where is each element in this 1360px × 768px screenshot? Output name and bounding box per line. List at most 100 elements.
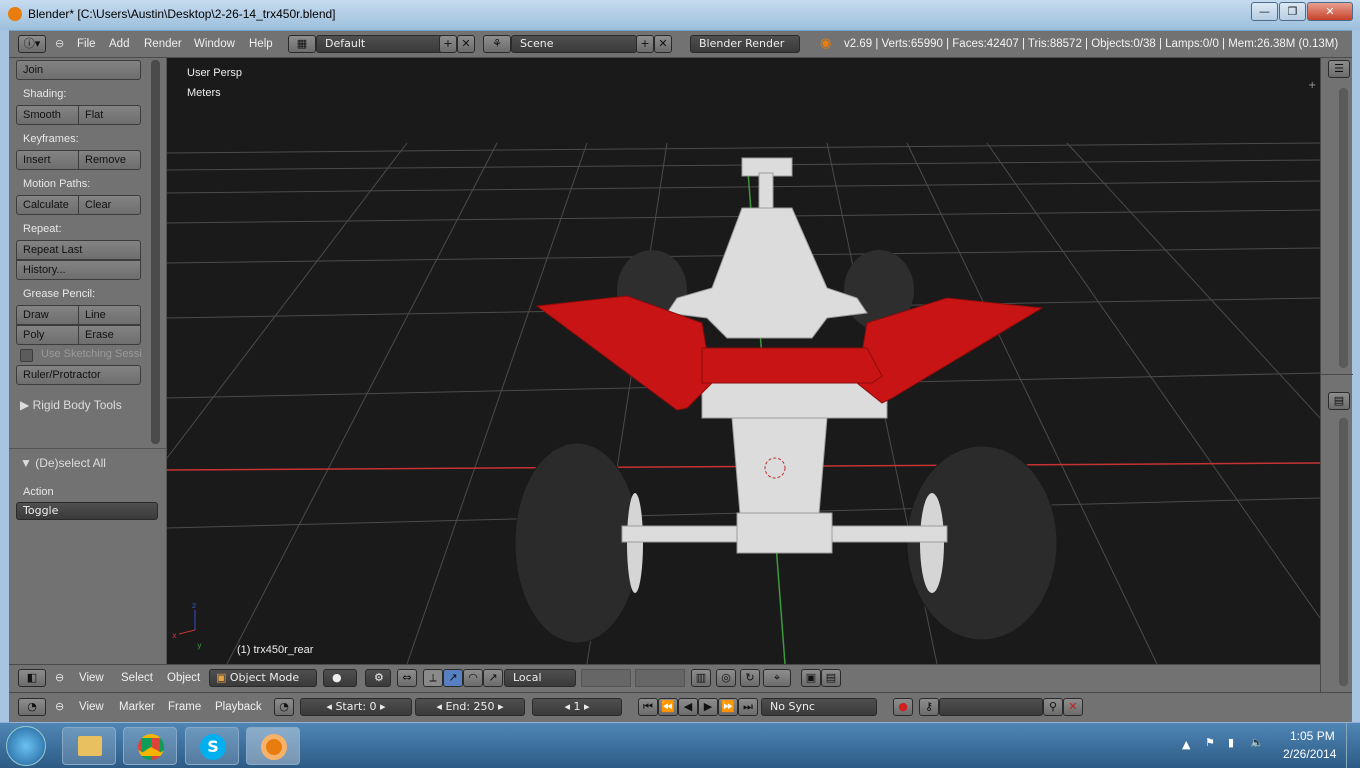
play-icon[interactable]: ▶	[698, 698, 718, 716]
delete-keyframe-set-icon[interactable]: ✕	[1063, 698, 1083, 716]
erase-button[interactable]: Erase	[78, 325, 141, 345]
clear-button[interactable]: Clear	[78, 195, 141, 215]
clock-date[interactable]: 2/26/2014	[1283, 747, 1336, 761]
blender-taskbar-icon[interactable]	[246, 727, 300, 765]
collapse-menu-icon[interactable]: ⊖	[55, 37, 64, 50]
sketching-checkbox[interactable]	[20, 349, 33, 362]
current-frame-field[interactable]: ◂ 1 ▸	[532, 698, 622, 716]
menu-help[interactable]: Help	[249, 38, 273, 50]
smooth-button[interactable]: Smooth	[16, 105, 79, 125]
poly-button[interactable]: Poly	[16, 325, 79, 345]
snap-icon[interactable]: ⌖	[763, 669, 791, 687]
scene-dropdown[interactable]: Scene	[511, 35, 637, 53]
show-desktop-button[interactable]	[1346, 723, 1360, 768]
network-icon[interactable]: ▮	[1228, 736, 1234, 749]
repeat-last-button[interactable]: Repeat Last	[16, 240, 141, 260]
record-icon[interactable]: ●	[893, 698, 913, 716]
jump-keyframe-forward-icon[interactable]: ⏩	[718, 698, 738, 716]
render-image-icon[interactable]: ▣	[801, 669, 821, 687]
sync-dropdown[interactable]: No Sync	[761, 698, 877, 716]
add-scene-icon[interactable]: +	[636, 35, 654, 53]
screen-layout-dropdown[interactable]: Default	[316, 35, 444, 53]
menu-file[interactable]: File	[77, 38, 96, 50]
tool-shelf-scrollbar[interactable]	[151, 60, 160, 444]
insert-keyframe-set-icon[interactable]: ⚲	[1043, 698, 1063, 716]
volume-icon[interactable]: 🔈	[1250, 736, 1264, 749]
collapse-3d-menu-icon[interactable]: ⊖	[55, 671, 64, 684]
maximize-button[interactable]: ❐	[1279, 2, 1306, 21]
draw-button[interactable]: Draw	[16, 305, 79, 325]
translate-manipulator-icon[interactable]: ⟂	[423, 669, 443, 687]
editor-type-timeline-icon[interactable]: ◔	[18, 698, 46, 716]
editor-type-info-icon[interactable]: ⓘ▾	[18, 35, 46, 53]
menu-window[interactable]: Window	[194, 38, 235, 50]
collapse-timeline-menu-icon[interactable]: ⊖	[55, 700, 64, 713]
menu-playback[interactable]: Playback	[215, 701, 262, 713]
play-reverse-icon[interactable]: ◀	[678, 698, 698, 716]
jump-end-icon[interactable]: ⏭	[738, 698, 758, 716]
line-button[interactable]: Line	[78, 305, 141, 325]
pivot-point-dropdown[interactable]: ⚙	[365, 669, 391, 687]
explorer-taskbar-icon[interactable]	[62, 727, 116, 765]
delete-scene-icon[interactable]: ✕	[654, 35, 672, 53]
join-button[interactable]: Join	[16, 60, 141, 80]
ruler-protractor-button[interactable]: Ruler/Protractor	[16, 365, 141, 385]
menu-object[interactable]: Object	[167, 672, 200, 684]
split-area-icon[interactable]: +	[1308, 80, 1316, 91]
outliner-scrollbar[interactable]	[1339, 88, 1348, 368]
jump-start-icon[interactable]: ⏮	[638, 698, 658, 716]
scale-manipulator-icon[interactable]: ◠	[463, 669, 483, 687]
history-button[interactable]: History...	[16, 260, 141, 280]
operator-panel-header[interactable]: ▼ (De)select All	[20, 456, 106, 470]
flat-button[interactable]: Flat	[78, 105, 141, 125]
insert-keyframe-button[interactable]: Insert	[16, 150, 79, 170]
start-frame-field[interactable]: ◂ Start: 0 ▸	[300, 698, 412, 716]
falloff-icon[interactable]: ↻	[740, 669, 760, 687]
menu-timeline-view[interactable]: View	[79, 701, 104, 713]
calculate-button[interactable]: Calculate	[16, 195, 79, 215]
skype-taskbar-icon[interactable]: S	[185, 727, 239, 765]
layers-grid-b[interactable]	[635, 669, 685, 687]
mode-dropdown[interactable]: ▣ Object Mode	[209, 669, 317, 687]
outliner-editor-icon[interactable]: ☰	[1328, 60, 1350, 78]
jump-keyframe-back-icon[interactable]: ⏪	[658, 698, 678, 716]
chrome-taskbar-icon[interactable]	[123, 727, 177, 765]
menu-view[interactable]: View	[79, 672, 104, 684]
viewport-shading-dropdown[interactable]: ●	[323, 669, 357, 687]
transform-orientation-icon[interactable]: ↗	[483, 669, 503, 687]
end-frame-field[interactable]: ◂ End: 250 ▸	[415, 698, 525, 716]
screen-layout-icon[interactable]: ▦	[288, 35, 316, 53]
tray-flag-icon[interactable]: ⚑	[1205, 736, 1215, 749]
preview-range-icon[interactable]: ◔	[274, 698, 294, 716]
properties-editor-icon[interactable]: ▤	[1328, 392, 1350, 410]
menu-marker[interactable]: Marker	[119, 701, 155, 713]
manipulator-toggle-icon[interactable]: ⇔	[397, 669, 417, 687]
layers-grid-a[interactable]	[581, 669, 631, 687]
remove-keyframe-button[interactable]: Remove	[78, 150, 141, 170]
clock-time[interactable]: 1:05 PM	[1290, 729, 1335, 743]
rigid-body-panel-header[interactable]: ▶ Rigid Body Tools	[20, 398, 122, 412]
rotate-manipulator-icon[interactable]: ↗	[443, 669, 463, 687]
start-button-icon[interactable]	[6, 726, 46, 766]
render-animation-icon[interactable]: ▤	[821, 669, 841, 687]
minimize-button[interactable]: —	[1251, 2, 1278, 21]
orientation-dropdown[interactable]: Local	[504, 669, 576, 687]
delete-layout-icon[interactable]: ✕	[457, 35, 475, 53]
menu-add[interactable]: Add	[109, 38, 129, 50]
menu-select[interactable]: Select	[121, 672, 153, 684]
properties-scrollbar[interactable]	[1339, 418, 1348, 686]
proportional-edit-icon[interactable]: ◎	[716, 669, 736, 687]
add-layout-icon[interactable]: +	[439, 35, 457, 53]
menu-render[interactable]: Render	[144, 38, 182, 50]
keying-set-field[interactable]	[939, 698, 1043, 716]
scene-icon[interactable]: ⚘	[483, 35, 511, 53]
tray-expand-icon[interactable]: ▲	[1182, 738, 1190, 751]
render-engine-dropdown[interactable]: Blender Render	[690, 35, 800, 53]
action-dropdown[interactable]: Toggle	[16, 502, 158, 520]
3d-viewport[interactable]: z x y User Persp Meters (1) trx450r_rear…	[167, 58, 1320, 664]
close-button[interactable]: ✕	[1307, 2, 1353, 21]
editor-type-3d-icon[interactable]: ◧	[18, 669, 46, 687]
keying-set-icon[interactable]: ⚷	[919, 698, 939, 716]
menu-frame[interactable]: Frame	[168, 701, 201, 713]
lock-camera-icon[interactable]: ▥	[691, 669, 711, 687]
